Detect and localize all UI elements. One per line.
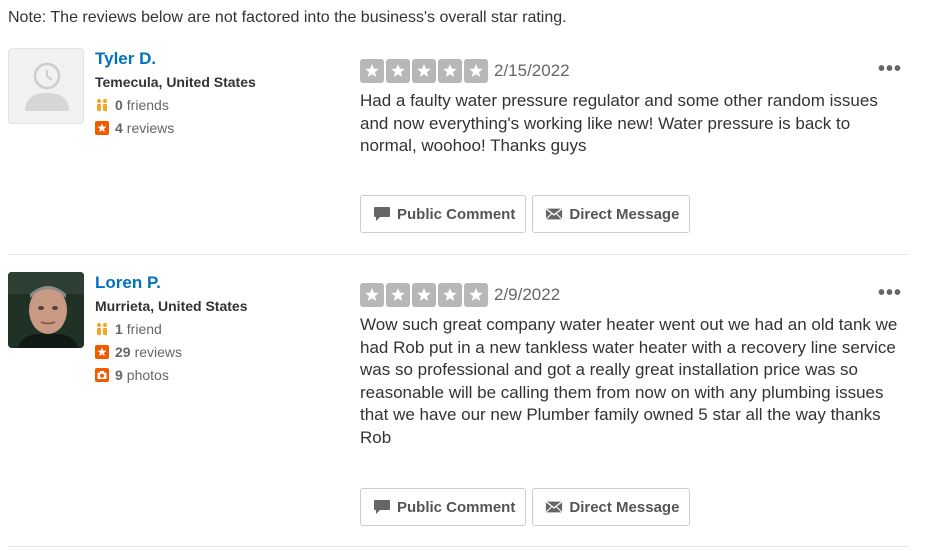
rating-row: 2/15/2022 ••• — [360, 59, 910, 83]
friends-icon — [95, 322, 109, 336]
user-passport: Tyler D. Temecula, United States 0 frien… — [95, 48, 345, 139]
star-rating — [360, 283, 488, 307]
reviews-count: 29 — [115, 343, 131, 360]
user-passport: Loren P. Murrieta, United States 1 frien… — [95, 272, 345, 386]
direct-message-button[interactable]: Direct Message — [532, 195, 691, 233]
more-options-icon[interactable]: ••• — [878, 283, 902, 303]
user-photo-icon — [8, 272, 84, 348]
review-divider — [8, 254, 908, 255]
star-icon — [360, 283, 384, 307]
envelope-icon — [545, 499, 563, 515]
user-location: Murrieta, United States — [95, 298, 248, 314]
review-text: Wow such great company water heater went… — [360, 315, 898, 447]
friends-stat: 1 friend — [95, 317, 345, 340]
direct-message-button[interactable]: Direct Message — [532, 488, 691, 526]
reviews-label: reviews — [134, 343, 183, 360]
speech-bubble-icon — [373, 499, 391, 515]
reviews-note: Note: The reviews below are not factored… — [8, 9, 567, 26]
user-name-link[interactable]: Tyler D. — [95, 48, 345, 70]
direct-message-label: Direct Message — [569, 205, 680, 223]
reviews-label: reviews — [126, 119, 175, 136]
review-item: Loren P. Murrieta, United States 1 frien… — [8, 272, 910, 548]
star-icon — [386, 59, 410, 83]
star-icon — [464, 59, 488, 83]
star-icon — [412, 59, 436, 83]
star-icon — [464, 283, 488, 307]
friends-icon — [95, 98, 109, 112]
review-text: Had a faulty water pressure regulator an… — [360, 91, 878, 155]
photos-stat: 9 photos — [95, 363, 345, 386]
reviews-stat: 4 reviews — [95, 116, 345, 139]
star-icon — [438, 59, 462, 83]
public-comment-label: Public Comment — [397, 205, 516, 223]
review-item: Tyler D. Temecula, United States 0 frien… — [8, 48, 910, 255]
public-comment-label: Public Comment — [397, 498, 516, 516]
star-rating — [360, 59, 488, 83]
public-comment-button[interactable]: Public Comment — [360, 195, 527, 233]
review-date: 2/15/2022 — [494, 61, 570, 80]
review-actions: Public Comment Direct Message — [360, 488, 691, 526]
star-icon — [412, 283, 436, 307]
reviews-stat: 29 reviews — [95, 340, 345, 363]
review-actions: Public Comment Direct Message — [360, 195, 691, 233]
speech-bubble-icon — [373, 206, 391, 222]
friends-stat: 0 friends — [95, 93, 345, 116]
user-location: Temecula, United States — [95, 74, 256, 90]
star-icon — [438, 283, 462, 307]
rating-row: 2/9/2022 ••• — [360, 283, 910, 307]
user-name-link[interactable]: Loren P. — [95, 272, 345, 294]
public-comment-button[interactable]: Public Comment — [360, 488, 527, 526]
review-content: 2/9/2022 ••• Wow such great company wate… — [360, 272, 910, 526]
friends-label: friend — [126, 320, 162, 337]
star-badge-icon — [95, 120, 109, 135]
default-avatar-icon — [25, 62, 69, 111]
more-options-icon[interactable]: ••• — [878, 59, 902, 79]
review-divider — [8, 546, 908, 547]
star-badge-icon — [95, 344, 109, 359]
star-icon — [386, 283, 410, 307]
friends-count: 1 — [115, 320, 123, 337]
envelope-icon — [545, 206, 563, 222]
camera-icon — [95, 367, 109, 382]
photos-count: 9 — [115, 366, 123, 383]
avatar[interactable] — [8, 48, 84, 124]
reviews-count: 4 — [115, 119, 123, 136]
friends-count: 0 — [115, 96, 123, 113]
photos-label: photos — [126, 366, 169, 383]
direct-message-label: Direct Message — [569, 498, 680, 516]
friends-label: friends — [126, 96, 169, 113]
star-icon — [360, 59, 384, 83]
review-date: 2/9/2022 — [494, 285, 561, 304]
review-content: 2/15/2022 ••• Had a faulty water pressur… — [360, 48, 910, 233]
avatar[interactable] — [8, 272, 84, 348]
